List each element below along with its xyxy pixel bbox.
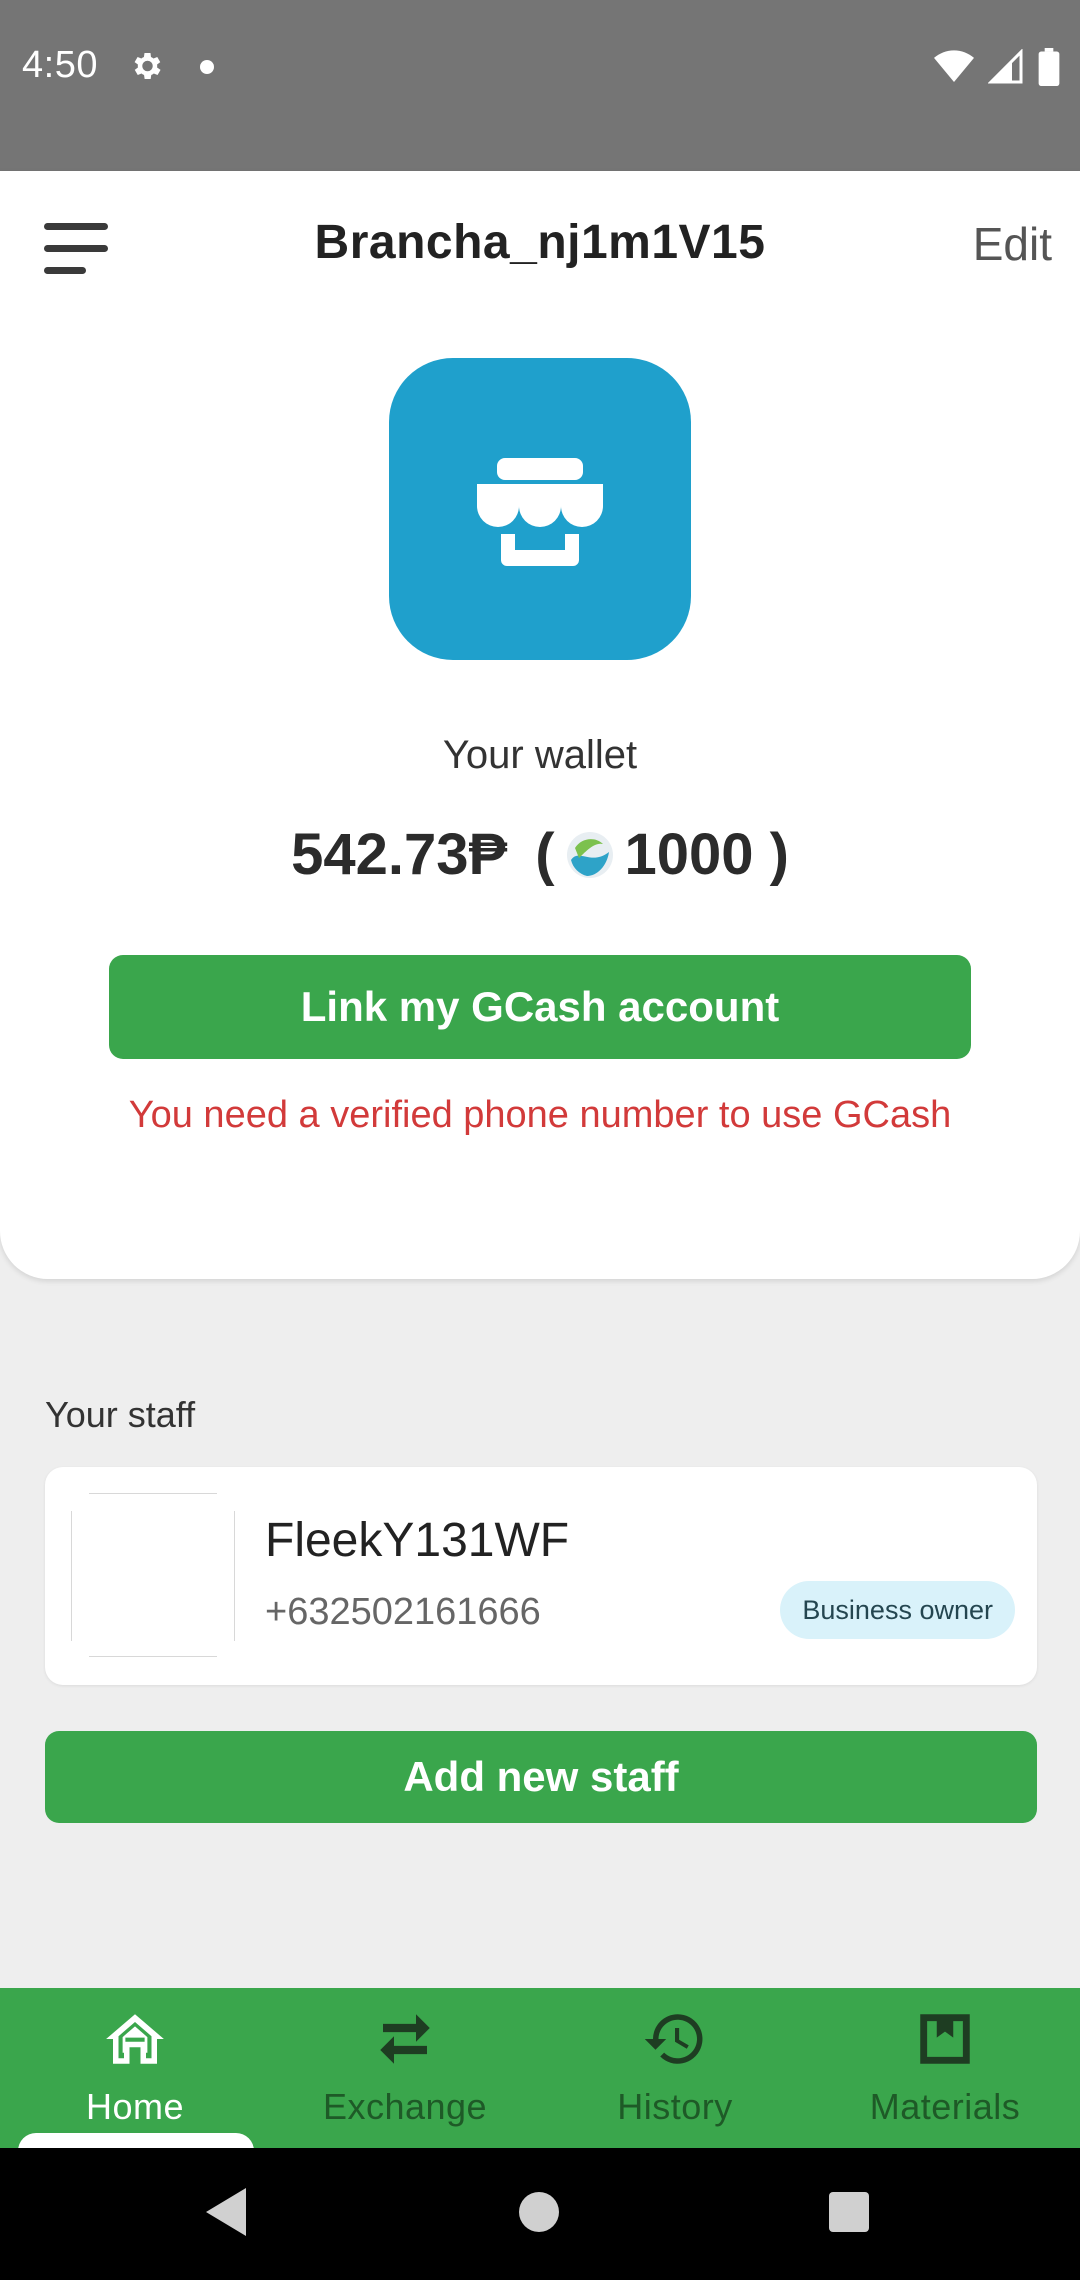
exchange-icon — [380, 2014, 430, 2064]
status-icons — [934, 48, 1060, 86]
notification-dot-icon — [200, 60, 214, 74]
store-logo — [389, 358, 691, 660]
staff-phone: +632502161666 — [265, 1591, 541, 1633]
open-paren: ( — [535, 822, 555, 887]
wallet-card: Brancha_nj1m1V15 Edit Your wallet 542.73… — [0, 171, 1080, 1279]
nav-exchange-label: Exchange — [322, 2086, 488, 2127]
signal-icon — [988, 49, 1023, 84]
nav-history-label: History — [617, 2086, 733, 2127]
status-bar: 4:50 — [0, 0, 1080, 171]
peso-balance: 542.73₱ — [291, 822, 508, 887]
add-new-staff-button[interactable]: Add new staff — [45, 1731, 1037, 1823]
bottom-navigation: Home Exchange History Materials — [0, 1988, 1080, 2153]
nav-exchange[interactable]: Exchange — [270, 1988, 540, 2148]
points-balance: 1000 — [624, 822, 754, 887]
history-icon — [644, 2014, 703, 2064]
back-icon[interactable] — [200, 2184, 250, 2240]
nav-home[interactable]: Home — [0, 1988, 270, 2153]
recents-icon[interactable] — [826, 2184, 872, 2240]
points-coin-icon — [566, 831, 613, 878]
wallet-balance: 542.73₱ ( 1000 ) — [0, 821, 1080, 888]
home-icon — [106, 2014, 164, 2064]
nav-history[interactable]: History — [540, 1988, 810, 2148]
close-paren: ) — [769, 822, 789, 887]
battery-icon — [1038, 48, 1060, 86]
role-badge: Business owner — [780, 1581, 1015, 1639]
nav-materials-label: Materials — [869, 2086, 1021, 2127]
staff-card[interactable]: FleekY131WF +632502161666 Business owner — [45, 1467, 1037, 1685]
status-time: 4:50 — [22, 44, 98, 86]
link-gcash-button[interactable]: Link my GCash account — [109, 955, 971, 1059]
nav-home-label: Home — [85, 2086, 185, 2127]
gcash-warning: You need a verified phone number to use … — [128, 1094, 952, 1136]
edit-button[interactable]: Edit — [973, 217, 1052, 271]
materials-icon — [920, 2014, 970, 2064]
staff-section-label: Your staff — [45, 1394, 196, 1435]
wifi-icon — [934, 50, 974, 82]
wallet-label: Your wallet — [442, 733, 638, 777]
store-icon — [477, 458, 603, 566]
page-title: Brancha_nj1m1V15 — [314, 216, 766, 269]
nav-materials[interactable]: Materials — [810, 1988, 1080, 2148]
gear-icon — [134, 52, 161, 80]
system-navigation-bar — [0, 2148, 1080, 2280]
staff-name: FleekY131WF — [265, 1514, 570, 1567]
home-circle-icon[interactable] — [516, 2184, 562, 2240]
staff-avatar — [71, 1493, 235, 1657]
